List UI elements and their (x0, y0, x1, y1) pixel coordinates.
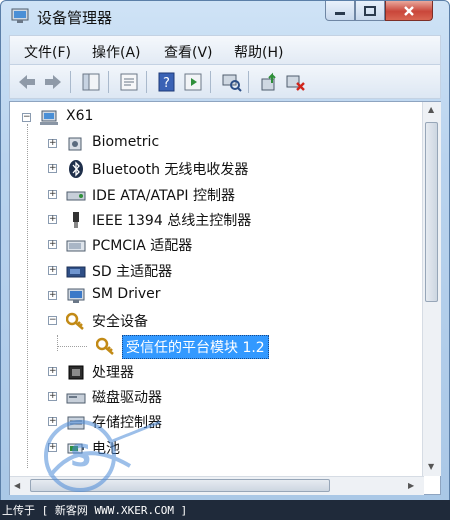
expand-toggle[interactable]: + (48, 139, 57, 148)
uninstall-icon[interactable] (284, 71, 306, 93)
tree-category-item[interactable]: − 安全设备 (10, 309, 420, 333)
monitor-icon (67, 288, 85, 303)
tree-item-label: Biometric (92, 134, 160, 150)
watermark-bar: 上传于 [ 新客网 WWW.XKER.COM ] (0, 500, 450, 520)
tree-root[interactable]: − X61 (10, 106, 420, 130)
tree-item-label: Bluetooth 无线电收发器 (92, 162, 249, 179)
expand-toggle[interactable]: + (48, 366, 57, 376)
ide-controller-icon (66, 191, 86, 201)
maximize-button[interactable] (355, 1, 385, 21)
tree-item-label: 磁盘驱动器 (92, 390, 162, 406)
menu-bar: 文件(F) 操作(A) 查看(V) 帮助(H) (9, 35, 441, 65)
tree-item-label: 处理器 (92, 364, 134, 381)
tree-item-label: IEEE 1394 总线主控制器 (92, 212, 252, 229)
toolbar-separator (146, 71, 147, 93)
tree-category-item[interactable]: + IDE ATA/ATAPI 控制器 (10, 183, 420, 207)
pcmcia-icon (66, 240, 86, 252)
tree-item-label: 受信任的平台模块 1.2 (122, 335, 269, 360)
toolbar: ? (9, 65, 441, 99)
tree-item-label: SM Driver (92, 285, 161, 302)
scroll-right-icon[interactable]: ▶ (408, 481, 414, 490)
collapse-toggle[interactable]: − (48, 316, 57, 326)
watermark-logo: S (44, 420, 161, 492)
security-key-icon (96, 338, 114, 356)
tree-item-label: PCMCIA 适配器 (92, 238, 193, 255)
vertical-scroll-thumb[interactable] (425, 122, 438, 302)
toolbar-separator (210, 71, 211, 93)
properties-icon[interactable] (118, 71, 140, 93)
bluetooth-icon (69, 160, 83, 179)
run-icon[interactable] (182, 71, 204, 93)
watermark-text: 上传于 [ 新客网 WWW.XKER.COM ] (2, 504, 188, 517)
expand-toggle[interactable]: + (48, 164, 57, 174)
tree-root-label: X61 (66, 108, 94, 124)
expand-toggle[interactable]: + (48, 189, 57, 199)
expand-toggle[interactable]: + (48, 392, 57, 401)
toolbar-separator (248, 71, 249, 93)
minimize-button[interactable] (325, 1, 355, 21)
menu-action[interactable]: 操作(A) (92, 42, 141, 62)
menu-view[interactable]: 查看(V) (164, 42, 213, 62)
tree-category-item[interactable]: + Biometric (10, 132, 420, 156)
vertical-scrollbar[interactable]: ▲ ▼ (422, 102, 441, 476)
tree-category-item[interactable]: + SM Driver (10, 284, 420, 308)
update-driver-icon[interactable] (258, 71, 280, 93)
window-title: 设备管理器 (37, 9, 113, 27)
disk-drive-icon (66, 393, 86, 404)
show-hide-tree-icon[interactable] (80, 71, 102, 93)
close-button[interactable] (385, 1, 433, 21)
tree-category-item[interactable]: + Bluetooth 无线电收发器 (10, 157, 420, 181)
expand-toggle[interactable]: + (48, 290, 57, 300)
tree-child-item[interactable]: 受信任的平台模块 1.2 (10, 334, 420, 360)
svg-text:?: ? (163, 76, 170, 91)
ieee1394-icon (73, 211, 79, 228)
expand-toggle[interactable]: + (48, 240, 57, 250)
sd-card-icon (66, 266, 86, 277)
tree-category-item[interactable]: + 处理器 (10, 360, 420, 384)
scroll-up-icon[interactable]: ▲ (428, 105, 434, 114)
computer-icon (40, 110, 58, 125)
toolbar-separator (70, 71, 71, 93)
tree-item-label: SD 主适配器 (92, 263, 173, 280)
title-bar[interactable]: 设备管理器 (1, 1, 449, 35)
security-key-icon (66, 312, 84, 331)
expand-toggle[interactable]: + (48, 214, 57, 224)
tree-category-item[interactable]: + 磁盘驱动器 (10, 385, 420, 409)
forward-arrow-icon[interactable] (42, 71, 64, 93)
tree-category-item[interactable]: + PCMCIA 适配器 (10, 233, 420, 257)
tree-connector (57, 346, 87, 348)
help-icon[interactable]: ? (156, 71, 178, 93)
scroll-down-icon[interactable]: ▼ (428, 462, 434, 471)
menu-help[interactable]: 帮助(H) (234, 42, 283, 62)
svg-text:S: S (70, 439, 92, 474)
maximize-icon (364, 5, 376, 16)
expand-toggle[interactable]: + (48, 265, 57, 275)
processor-icon (68, 365, 84, 380)
collapse-toggle[interactable]: − (22, 113, 31, 122)
tree-item-label: IDE ATA/ATAPI 控制器 (92, 187, 236, 204)
tree-category-item[interactable]: + IEEE 1394 总线主控制器 (10, 208, 420, 232)
biometric-device-icon (68, 137, 82, 151)
tree-category-item[interactable]: + SD 主适配器 (10, 259, 420, 283)
device-manager-icon (11, 8, 29, 23)
scan-hardware-icon[interactable] (220, 71, 242, 93)
close-icon (404, 5, 414, 16)
minimize-icon (335, 11, 345, 15)
back-arrow-icon[interactable] (16, 71, 38, 93)
toolbar-separator (108, 71, 109, 93)
tree-item-label: 安全设备 (92, 314, 148, 331)
menu-file[interactable]: 文件(F) (24, 42, 71, 62)
